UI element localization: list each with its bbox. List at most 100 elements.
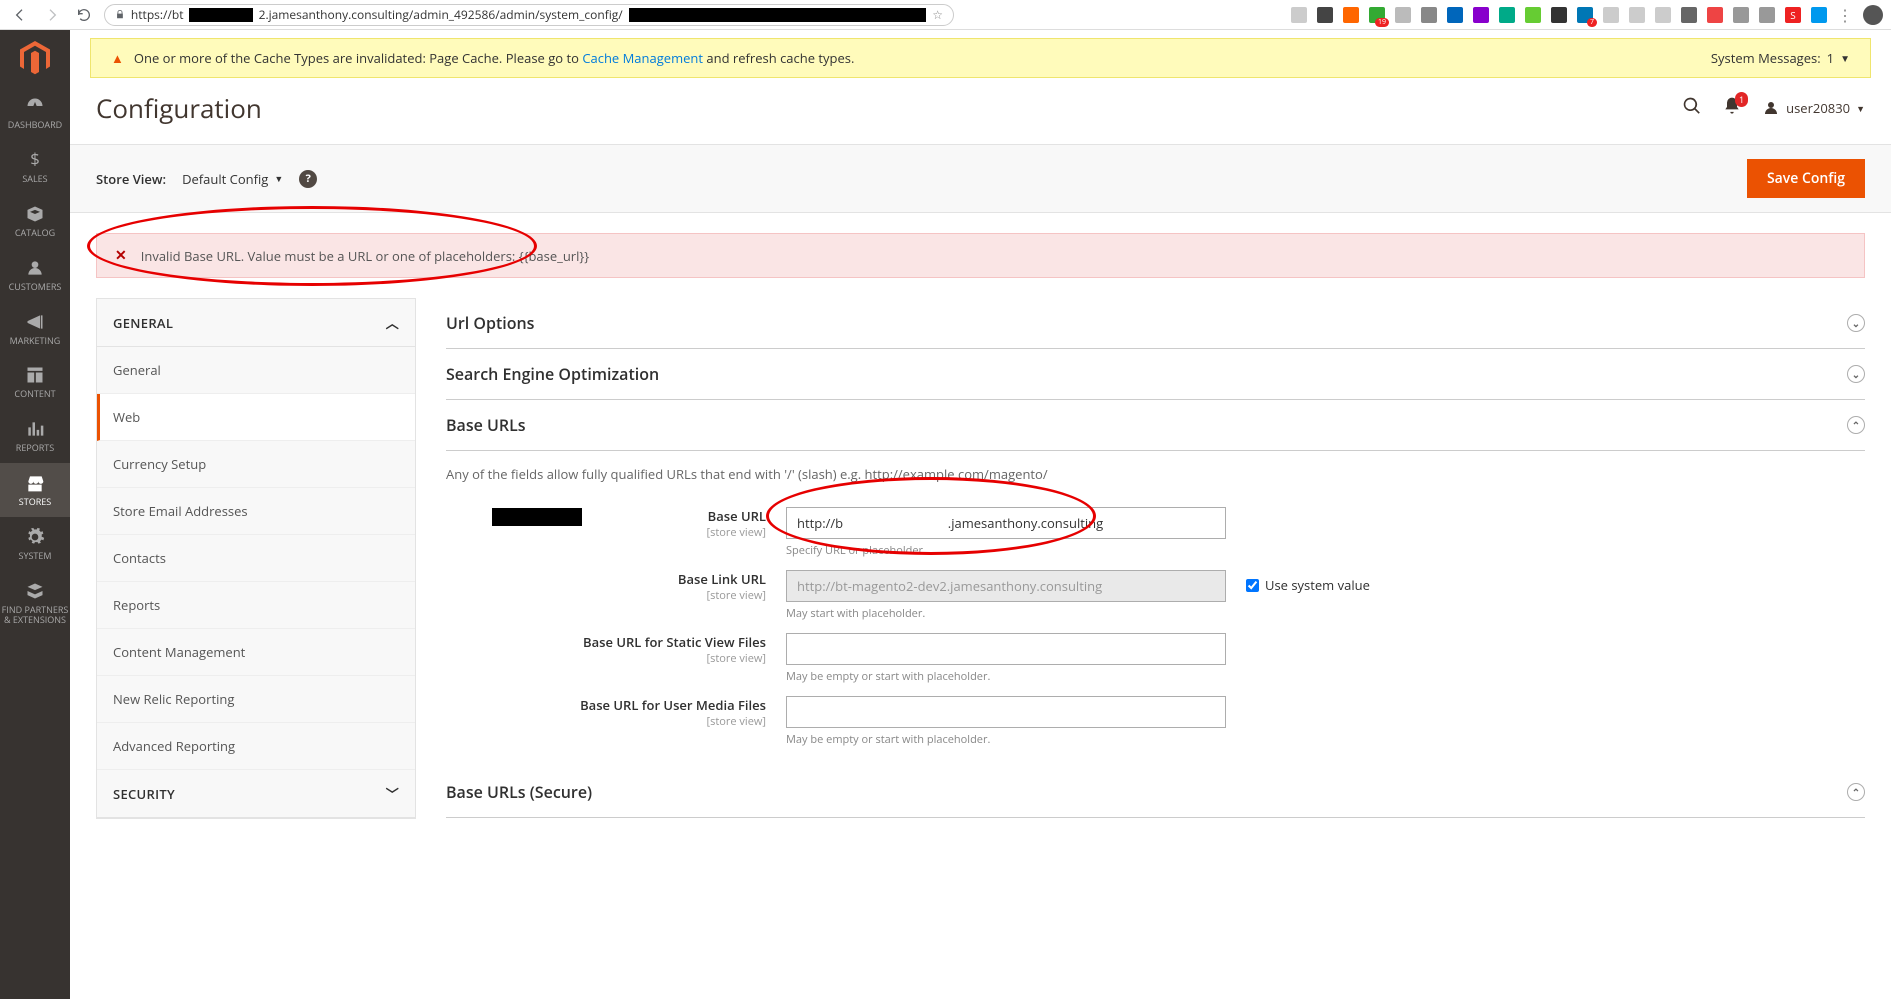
section-url-options[interactable]: Url Options ⌄ <box>446 298 1865 349</box>
ext-icon[interactable]: 19 <box>1369 7 1385 23</box>
expand-icon: ⌄ <box>1847 314 1865 332</box>
sidebar-item-web[interactable]: Web <box>97 394 415 441</box>
sidebar-item-reports[interactable]: Reports <box>97 582 415 629</box>
profile-avatar[interactable] <box>1863 5 1883 25</box>
star-icon[interactable]: ☆ <box>932 6 943 23</box>
ext-icon[interactable] <box>1629 7 1645 23</box>
section-base-urls-secure[interactable]: Base URLs (Secure) ⌃ <box>446 767 1865 818</box>
nav-dashboard[interactable]: DASHBOARD <box>0 86 70 140</box>
scope-label: [store view] <box>446 525 766 540</box>
svg-text:$: $ <box>30 150 40 170</box>
sidebar-group-general[interactable]: GENERAL ︿ <box>97 299 415 347</box>
nav-sales[interactable]: $SALES <box>0 140 70 194</box>
sidebar-item-adv-reporting[interactable]: Advanced Reporting <box>97 723 415 770</box>
nav-system[interactable]: SYSTEM <box>0 517 70 571</box>
sidebar-item-newrelic[interactable]: New Relic Reporting <box>97 676 415 723</box>
magento-logo[interactable] <box>17 40 53 76</box>
ext-icon[interactable] <box>1317 7 1333 23</box>
hint-base-url: Specify URL or placeholder. <box>786 543 1226 558</box>
url-text: https://bt <box>131 6 184 23</box>
input-base-static[interactable] <box>786 633 1226 665</box>
user-icon <box>1762 99 1780 117</box>
config-sidebar: GENERAL ︿ General Web Currency Setup Sto… <box>96 298 416 819</box>
nav-customers[interactable]: CUSTOMERS <box>0 248 70 302</box>
store-view-label: Store View: <box>96 170 166 188</box>
field-base-link-url: Base Link URL [store view] May start wit… <box>446 564 1865 627</box>
toolbar: Store View: Default Config ▼ ? Save Conf… <box>70 144 1891 213</box>
notifications-icon[interactable]: 1 <box>1722 96 1742 121</box>
ext-icon[interactable] <box>1551 7 1567 23</box>
help-icon[interactable]: ? <box>299 170 317 188</box>
sidebar-item-currency[interactable]: Currency Setup <box>97 441 415 488</box>
ext-icon[interactable] <box>1681 7 1697 23</box>
hint-base-link-url: May start with placeholder. <box>786 606 1226 621</box>
ext-icon[interactable] <box>1707 7 1723 23</box>
label-base-link-url: Base Link URL <box>446 570 766 588</box>
url-text-mid: 2.jamesanthony.consulting/admin_492586/a… <box>259 6 623 23</box>
url-redacted-2 <box>629 8 927 22</box>
checkbox-input[interactable] <box>1246 579 1259 592</box>
chevron-up-icon: ︿ <box>386 313 399 332</box>
section-seo[interactable]: Search Engine Optimization ⌄ <box>446 349 1865 400</box>
ext-icon[interactable]: S <box>1785 7 1801 23</box>
browser-chrome: https://bt 2.jamesanthony.consulting/adm… <box>0 0 1891 30</box>
system-message: ▲ One or more of the Cache Types are inv… <box>90 38 1871 78</box>
sidebar-item-content-mgmt[interactable]: Content Management <box>97 629 415 676</box>
sidebar-item-general[interactable]: General <box>97 347 415 394</box>
save-config-button[interactable]: Save Config <box>1747 159 1865 198</box>
forward-icon[interactable] <box>40 3 64 27</box>
address-bar[interactable]: https://bt 2.jamesanthony.consulting/adm… <box>104 4 954 26</box>
ext-icon[interactable] <box>1759 7 1775 23</box>
field-base-media: Base URL for User Media Files [store vie… <box>446 690 1865 753</box>
sidebar-item-store-email[interactable]: Store Email Addresses <box>97 488 415 535</box>
sysmsg-text2: and refresh cache types. <box>706 49 854 67</box>
chevron-down-icon: ﹀ <box>386 784 399 803</box>
label-base-media: Base URL for User Media Files <box>446 696 766 714</box>
ext-icon[interactable]: 7 <box>1577 7 1593 23</box>
section-base-urls[interactable]: Base URLs ⌃ <box>446 400 1865 451</box>
ext-icon[interactable] <box>1473 7 1489 23</box>
cache-management-link[interactable]: Cache Management <box>582 49 703 67</box>
ext-icon[interactable] <box>1499 7 1515 23</box>
store-view-select[interactable]: Default Config ▼ <box>182 170 283 188</box>
ext-icon[interactable] <box>1525 7 1541 23</box>
ext-icon[interactable] <box>1811 7 1827 23</box>
nav-catalog[interactable]: CATALOG <box>0 194 70 248</box>
admin-nav: DASHBOARD $SALES CATALOG CUSTOMERS MARKE… <box>0 30 70 999</box>
username: user20830 <box>1786 99 1850 117</box>
back-icon[interactable] <box>8 3 32 27</box>
ext-icon[interactable] <box>1395 7 1411 23</box>
warning-icon: ▲ <box>111 49 124 67</box>
ext-icon[interactable] <box>1733 7 1749 23</box>
sidebar-item-contacts[interactable]: Contacts <box>97 535 415 582</box>
nav-marketing[interactable]: MARKETING <box>0 302 70 356</box>
reload-icon[interactable] <box>72 3 96 27</box>
chevron-down-icon: ▼ <box>274 172 283 185</box>
ext-icon[interactable] <box>1421 7 1437 23</box>
nav-stores[interactable]: STORES <box>0 463 70 517</box>
ext-icon[interactable] <box>1291 7 1307 23</box>
input-base-url[interactable] <box>786 507 1226 539</box>
label-base-static: Base URL for Static View Files <box>446 633 766 651</box>
nav-content[interactable]: CONTENT <box>0 355 70 409</box>
search-icon[interactable] <box>1682 96 1702 121</box>
chevron-down-icon[interactable]: ▼ <box>1840 51 1850 65</box>
lock-icon <box>115 9 125 20</box>
field-base-url: Base URL [store view] Specify URL or pla… <box>446 501 1865 564</box>
ext-icon[interactable] <box>1603 7 1619 23</box>
sidebar-group-security[interactable]: SECURITY ﹀ <box>97 770 415 818</box>
config-body: Url Options ⌄ Search Engine Optimization… <box>416 298 1865 819</box>
checkbox-use-system[interactable]: Use system value <box>1246 570 1370 594</box>
field-base-static: Base URL for Static View Files [store vi… <box>446 627 1865 690</box>
url-redacted-1 <box>189 8 252 22</box>
nav-partners[interactable]: FIND PARTNERS & EXTENSIONS <box>0 571 70 635</box>
ext-icon[interactable] <box>1655 7 1671 23</box>
ext-icon[interactable] <box>1447 7 1463 23</box>
input-base-media[interactable] <box>786 696 1226 728</box>
section-desc: Any of the fields allow fully qualified … <box>446 465 1865 483</box>
ext-icon[interactable] <box>1343 7 1359 23</box>
nav-reports[interactable]: REPORTS <box>0 409 70 463</box>
ext-overflow[interactable]: ⋮ <box>1837 4 1853 26</box>
error-message: ✕ Invalid Base URL. Value must be a URL … <box>96 233 1865 278</box>
user-menu[interactable]: user20830 ▼ <box>1762 99 1865 117</box>
